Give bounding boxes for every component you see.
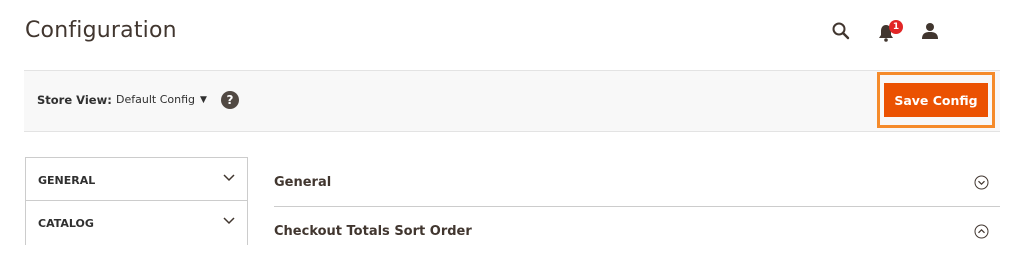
help-icon[interactable]: ? <box>221 91 239 109</box>
save-config-button[interactable]: Save Config <box>884 83 988 117</box>
sidebar-item-general[interactable]: GENERAL <box>25 157 248 200</box>
config-sidebar: GENERAL CATALOG <box>25 157 248 245</box>
chevron-down-icon <box>223 174 235 182</box>
notification-badge: 1 <box>889 20 903 34</box>
section-general[interactable]: General <box>274 158 1000 206</box>
section-title: General <box>274 175 332 190</box>
sidebar-item-label: GENERAL <box>38 174 96 187</box>
chevron-down-icon <box>223 217 235 225</box>
chevron-circle-down-icon <box>974 175 989 190</box>
search-icon[interactable] <box>832 22 850 45</box>
sidebar-item-label: CATALOG <box>38 217 94 230</box>
section-checkout-totals-sort-order[interactable]: Checkout Totals Sort Order <box>274 206 1000 255</box>
caret-down-icon: ▼ <box>199 95 207 105</box>
store-view-label: Store View: <box>37 93 112 107</box>
store-view-toolbar: Store View: Default Config ▼ ? Save Confi… <box>24 70 1000 132</box>
page-title: Configuration <box>25 18 177 43</box>
notifications-button[interactable]: 1 <box>876 20 903 44</box>
config-sections: General Checkout Totals Sort Order <box>274 158 1000 255</box>
chevron-circle-up-icon <box>974 224 989 239</box>
user-icon[interactable] <box>921 22 939 45</box>
section-title: Checkout Totals Sort Order <box>274 224 472 239</box>
store-view-value: Default Config <box>116 93 195 106</box>
store-view-switcher[interactable]: Default Config ▼ <box>116 93 207 106</box>
sidebar-item-catalog[interactable]: CATALOG <box>25 200 248 245</box>
